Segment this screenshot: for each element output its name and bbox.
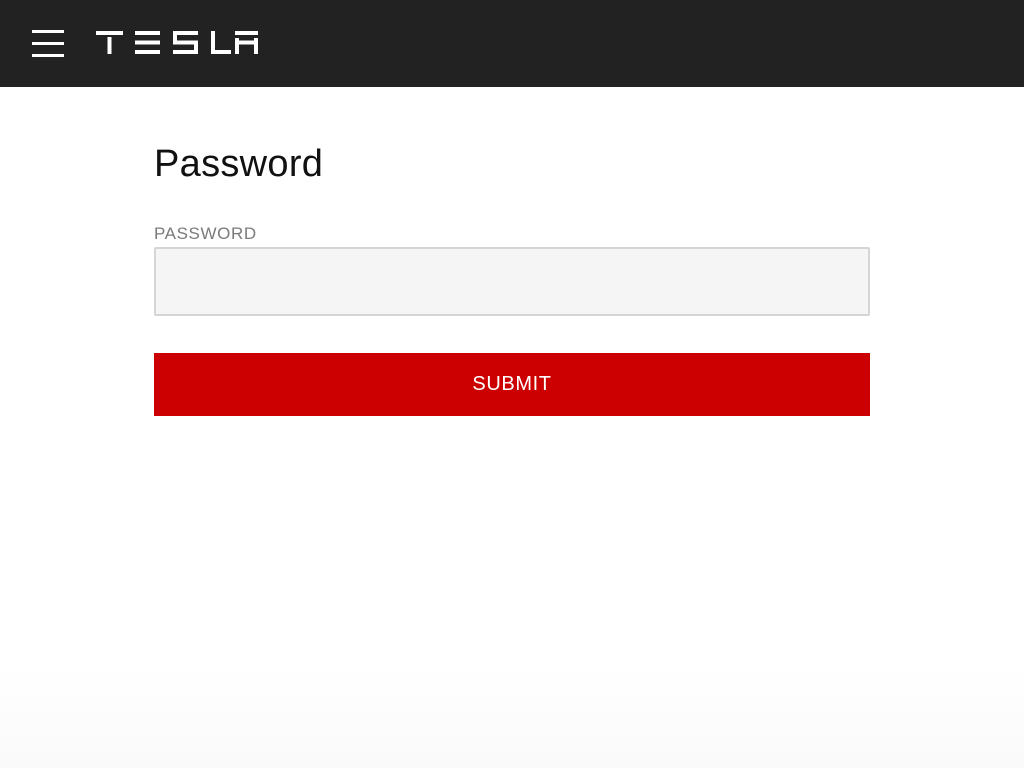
submit-button[interactable]: SUBMIT (154, 353, 870, 416)
logo-text: TESLA (96, 55, 97, 56)
tesla-logo[interactable]: TESLA (96, 31, 258, 55)
password-input[interactable] (154, 247, 870, 316)
hamburger-menu-icon[interactable] (30, 29, 66, 59)
password-label: PASSWORD (154, 224, 257, 243)
menu-bar-middle (32, 42, 64, 45)
top-navigation-bar: TESLA (0, 0, 1024, 87)
page-title: Password (154, 143, 324, 185)
footer-area (0, 664, 1024, 768)
menu-bar-bottom (32, 54, 64, 57)
menu-bar-top (32, 30, 64, 33)
tesla-wordmark-icon (96, 31, 258, 54)
